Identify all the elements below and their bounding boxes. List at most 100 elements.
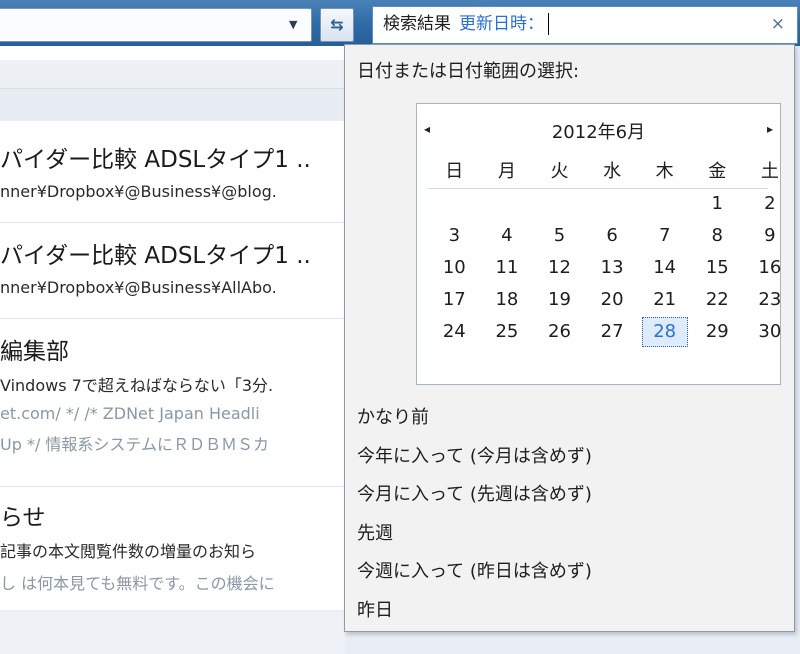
calendar-day[interactable]: 16 — [744, 252, 797, 284]
date-preset-option[interactable]: 今月に入って (先週は含めず) — [357, 476, 592, 515]
calendar-day[interactable]: 2 — [744, 188, 797, 220]
calendar-day[interactable]: 5 — [533, 220, 586, 252]
day-number: 2 — [764, 193, 776, 214]
search-results-pane: パイダー比較 ADSLタイプ1 .. nner¥Dropbox¥@Busines… — [0, 46, 353, 610]
result-item[interactable]: パイダー比較 ADSLタイプ1 .. nner¥Dropbox¥@Busines… — [0, 140, 352, 201]
calendar-day[interactable]: 12 — [533, 252, 586, 284]
calendar: ◂ 2012年6月 ▸ 日月火水木金土 1 2 3 4 5 6 7 8 9 10 11 12 13 14 15… — [416, 103, 781, 385]
result-item[interactable]: パイダー比較 ADSLタイプ1 .. nner¥Dropbox¥@Busines… — [0, 236, 352, 297]
result-item[interactable]: 編集部 Vindows 7で超えねばならない「3分. et.com/ */ /*… — [0, 332, 352, 455]
day-number: 10 — [442, 257, 466, 278]
refresh-button[interactable]: ⇆ — [320, 8, 354, 42]
day-number: 12 — [548, 257, 571, 278]
calendar-day[interactable]: 15 — [691, 252, 744, 284]
calendar-empty-cell — [533, 188, 586, 220]
calendar-day[interactable]: 18 — [481, 284, 534, 316]
next-month-icon[interactable]: ▸ — [767, 122, 773, 136]
day-number: 24 — [442, 321, 466, 342]
calendar-day[interactable]: 10 — [428, 252, 481, 284]
calendar-day[interactable]: 11 — [481, 252, 534, 284]
address-dropdown-icon[interactable]: ▼ — [289, 18, 297, 31]
result-title: パイダー比較 ADSLタイプ1 .. — [0, 243, 311, 269]
date-preset-option[interactable]: 今週に入って (昨日は含めず) — [357, 553, 592, 592]
weekday-header: 金 — [708, 161, 727, 182]
clear-search-icon[interactable]: × — [771, 7, 785, 41]
calendar-day[interactable]: 22 — [691, 284, 744, 316]
status-strip — [0, 612, 345, 654]
day-number: 26 — [548, 321, 571, 342]
result-snippet: し は何本見ても無料です。この機会に — [0, 574, 275, 593]
calendar-day[interactable]: 27 — [586, 316, 639, 348]
search-input[interactable]: 検索結果 更新日時： × — [372, 6, 798, 44]
calendar-day[interactable]: 14 — [638, 252, 691, 284]
day-number: 27 — [600, 321, 624, 342]
calendar-day[interactable]: 25 — [481, 316, 534, 348]
calendar-day[interactable]: 8 — [691, 220, 744, 252]
day-number: 3 — [448, 225, 461, 246]
calendar-empty-cell — [428, 188, 481, 220]
calendar-day[interactable]: 9 — [744, 220, 797, 252]
calendar-day[interactable]: 7 — [638, 220, 691, 252]
result-title: パイダー比較 ADSLタイプ1 .. — [0, 147, 311, 173]
day-number: 30 — [758, 321, 782, 342]
calendar-day[interactable]: 20 — [586, 284, 639, 316]
weekday-header: 土 — [760, 161, 779, 182]
calendar-day[interactable]: 1 — [691, 188, 744, 220]
day-number: 20 — [600, 289, 624, 310]
day-number: 14 — [653, 257, 677, 278]
calendar-day[interactable]: 23 — [744, 284, 797, 316]
result-title: 編集部 — [0, 339, 69, 365]
calendar-day[interactable]: 21 — [638, 284, 691, 316]
text-caret — [548, 13, 549, 35]
calendar-day[interactable]: 29 — [691, 316, 744, 348]
day-number: 4 — [501, 225, 513, 246]
date-preset-option[interactable]: 先週 — [357, 515, 592, 554]
calendar-day[interactable]: 19 — [533, 284, 586, 316]
calendar-day[interactable]: 3 — [428, 220, 481, 252]
day-number: 13 — [600, 257, 624, 278]
result-snippet: et.com/ */ /* ZDNet Japan Headli — [0, 404, 260, 423]
day-number: 21 — [653, 289, 677, 310]
calendar-empty-cell — [586, 188, 639, 220]
result-divider — [0, 318, 352, 319]
calendar-month-label[interactable]: 2012年6月 — [417, 118, 780, 144]
day-number: 5 — [553, 225, 566, 246]
selected-day: 28 — [641, 317, 688, 347]
date-preset-option[interactable]: 今年に入って (今月は含めず) — [357, 438, 592, 477]
result-summary: Vindows 7で超えねばならない「3分. — [0, 376, 274, 395]
date-preset-option[interactable]: かなり前 — [357, 399, 592, 438]
calendar-day[interactable]: 17 — [428, 284, 481, 316]
result-snippet: Up */ 情報系システムにＲＤＢＭＳカ — [0, 435, 269, 454]
weekday-header: 水 — [603, 161, 622, 182]
weekday-header: 日 — [445, 161, 464, 182]
address-bar[interactable] — [0, 8, 312, 42]
calendar-day[interactable]: 30 — [744, 316, 797, 348]
day-number: 19 — [548, 289, 571, 310]
date-preset-list: かなり前 今年に入って (今月は含めず) 今月に入って (先週は含めず) 先週 今週に入… — [357, 399, 592, 630]
day-number: 22 — [705, 289, 729, 310]
date-filter-dropdown: 日付または日付範囲の選択: ◂ 2012年6月 ▸ 日月火水木金土1234567… — [344, 44, 795, 632]
result-summary: 記事の本文閲覧件数の増量のお知ら — [0, 542, 257, 561]
weekday-header: 火 — [550, 161, 569, 182]
calendar-day[interactable]: 28 — [638, 316, 691, 348]
result-divider — [0, 222, 352, 223]
calendar-day[interactable]: 13 — [586, 252, 639, 284]
calendar-day[interactable]: 6 — [586, 220, 639, 252]
day-number: 7 — [658, 225, 671, 246]
day-number: 8 — [711, 225, 723, 246]
calendar-day[interactable]: 4 — [481, 220, 534, 252]
day-number: 11 — [495, 257, 519, 278]
day-number: 29 — [705, 321, 729, 342]
result-item[interactable]: らせ 記事の本文閲覧件数の増量のお知ら し は何本見ても無料です。この機会に — [0, 498, 352, 594]
calendar-day[interactable]: 24 — [428, 316, 481, 348]
day-number: 25 — [495, 321, 519, 342]
refresh-icon: ⇆ — [330, 15, 344, 34]
results-header — [0, 60, 352, 89]
day-number: 16 — [758, 257, 782, 278]
date-preset-option[interactable]: 昨日 — [357, 592, 592, 631]
toolbar: ▼ ⇆ 検索結果 更新日時： × — [0, 0, 800, 46]
weekday-header: 月 — [497, 161, 516, 182]
day-number: 1 — [711, 193, 723, 214]
calendar-day[interactable]: 26 — [533, 316, 586, 348]
day-number: 23 — [758, 289, 782, 310]
